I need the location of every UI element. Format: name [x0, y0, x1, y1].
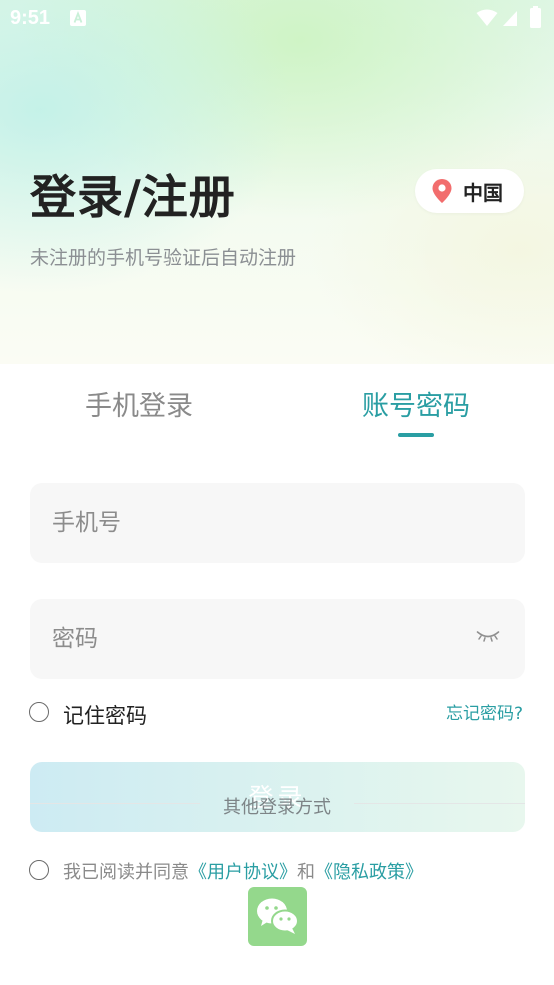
notification-a-icon	[70, 10, 86, 26]
page-title: 登录/注册	[30, 170, 236, 224]
privacy-policy-link[interactable]: 《隐私政策》	[315, 862, 423, 883]
forgot-password-link[interactable]: 忘记密码?	[446, 699, 523, 724]
agreement-conjunction: 和	[297, 862, 315, 883]
phone-input[interactable]	[52, 483, 472, 563]
eye-closed-icon[interactable]	[476, 629, 500, 645]
user-agreement-link[interactable]: 《用户协议》	[189, 862, 297, 883]
wifi-icon	[476, 9, 498, 26]
status-time: 9:51	[10, 7, 51, 29]
status-bar: 9:51	[0, 0, 554, 38]
agreement-prefix: 我已阅读并同意	[63, 862, 189, 883]
region-label: 中国	[463, 180, 503, 205]
password-input[interactable]	[52, 599, 472, 679]
battery-icon	[530, 6, 541, 28]
login-tabs: 手机登录 账号密码	[0, 364, 554, 444]
location-pin-icon	[432, 179, 452, 203]
tab-phone-login[interactable]: 手机登录	[85, 384, 193, 423]
other-login-label: 其他登录方式	[223, 797, 331, 818]
wechat-icon	[257, 898, 299, 934]
wechat-login-button[interactable]	[248, 887, 307, 946]
divider-left	[30, 803, 200, 804]
phone-field	[30, 483, 525, 563]
signal-icon	[503, 11, 517, 26]
password-field	[30, 599, 525, 679]
active-tab-indicator	[398, 433, 434, 437]
agreement-checkbox[interactable]	[29, 860, 49, 880]
divider-right	[354, 803, 525, 804]
remember-password-checkbox[interactable]	[29, 702, 49, 722]
tab-account-password[interactable]: 账号密码	[362, 384, 470, 423]
remember-password-label[interactable]: 记住密码	[63, 700, 147, 730]
agreement-text: 我已阅读并同意《用户协议》和《隐私政策》	[63, 858, 423, 884]
region-selector[interactable]: 中国	[415, 169, 524, 213]
page-subtitle: 未注册的手机号验证后自动注册	[30, 247, 297, 269]
